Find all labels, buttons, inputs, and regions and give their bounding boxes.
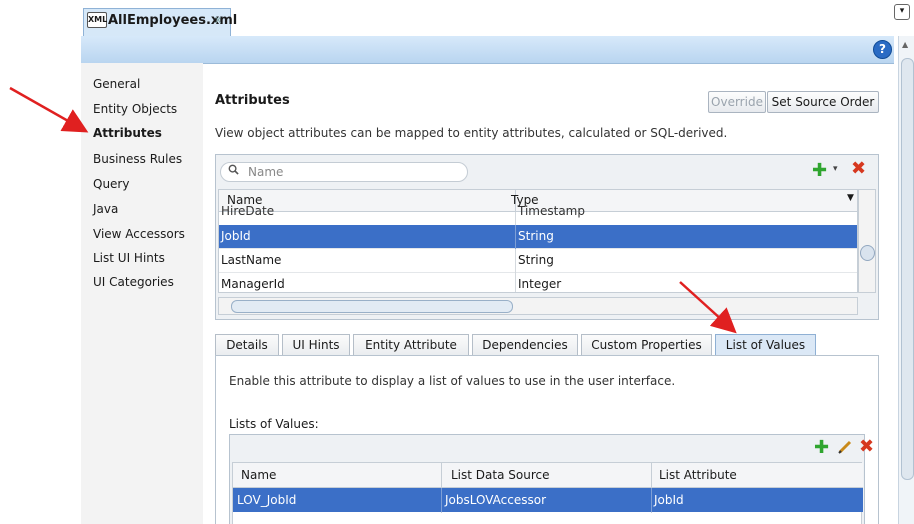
tab-list-dropdown-icon[interactable]: ▾ [894,4,910,20]
search-icon [228,164,239,175]
arrow-to-attributes-nav [9,86,89,133]
nav-item-ui-categories[interactable]: UI Categories [93,275,174,289]
editor-vertical-scrollbar[interactable]: ▲ [898,36,914,524]
attributes-title: Attributes [215,93,290,108]
nav-item-general[interactable]: General [93,77,140,91]
scroll-up-icon[interactable]: ▲ [902,40,908,49]
tab-details[interactable]: Details [215,334,279,356]
xml-file-icon: XML [87,12,107,28]
add-menu-chevron-icon[interactable]: ▾ [833,164,838,174]
nav-item-business-rules[interactable]: Business Rules [93,152,182,166]
table-row[interactable]: ManagerId Integer [219,273,857,292]
column-header-list-attribute[interactable]: List Attribute [659,468,737,482]
lists-of-values-label: Lists of Values: [229,417,319,431]
table-row[interactable]: LOV_JobId JobsLOVAccessor JobId [233,488,863,512]
attributes-description: View object attributes can be mapped to … [215,126,728,140]
lov-grid-header: Name List Data Source List Attribute [233,463,863,513]
table-row[interactable]: LastName String [219,249,857,273]
set-source-order-button[interactable]: Set Source Order [767,91,879,113]
delete-lov-icon[interactable]: ✖ [859,436,874,457]
nav-item-java[interactable]: Java [93,202,118,216]
attribute-search-input[interactable]: Name [220,162,468,182]
tab-ui-hints[interactable]: UI Hints [282,334,350,356]
column-header-list-data-source[interactable]: List Data Source [451,468,549,482]
tab-list-of-values[interactable]: List of Values [715,334,816,356]
editor-tab-allemployees[interactable]: XML AllEmployees.xml x [83,8,237,36]
column-header-name[interactable]: Name [241,468,276,482]
table-row[interactable]: HireDate Timestamp [219,204,857,236]
close-icon[interactable]: x [215,13,222,26]
search-placeholder: Name [248,165,284,179]
lov-grid: Name List Data Source List Attribute LOV… [232,462,863,524]
attributes-grid: Name Type ▼ HireDate Timestamp JobId Str… [218,189,858,293]
edit-pencil-icon[interactable] [837,439,853,455]
tab-entity-attribute[interactable]: Entity Attribute [353,334,469,356]
nav-item-entity-objects[interactable]: Entity Objects [93,102,177,116]
add-attribute-icon[interactable]: ✚ [812,160,827,181]
nav-item-query[interactable]: Query [93,177,129,191]
tab-dependencies[interactable]: Dependencies [472,334,578,356]
nav-item-view-accessors[interactable]: View Accessors [93,227,185,241]
scroll-thumb[interactable] [860,245,875,261]
table-row[interactable]: JobId String [219,225,857,249]
scroll-thumb[interactable] [901,58,914,480]
attributes-grid-hscrollbar[interactable] [218,297,858,315]
editor-header-strip [81,36,894,64]
overview-nav: General Entity Objects Attributes Busine… [81,63,203,524]
nav-item-attributes[interactable]: Attributes [93,126,162,140]
delete-attribute-icon[interactable]: ✖ [851,158,866,179]
attributes-grid-vscrollbar[interactable] [858,189,876,293]
help-icon[interactable]: ? [873,40,892,59]
tab-custom-properties[interactable]: Custom Properties [581,334,712,356]
column-menu-icon[interactable]: ▼ [847,193,854,203]
nav-item-list-ui-hints[interactable]: List UI Hints [93,251,165,265]
override-button[interactable]: Override [708,91,766,113]
add-lov-icon[interactable]: ✚ [814,437,829,458]
scroll-thumb[interactable] [231,300,513,313]
lov-description: Enable this attribute to display a list … [229,374,676,388]
